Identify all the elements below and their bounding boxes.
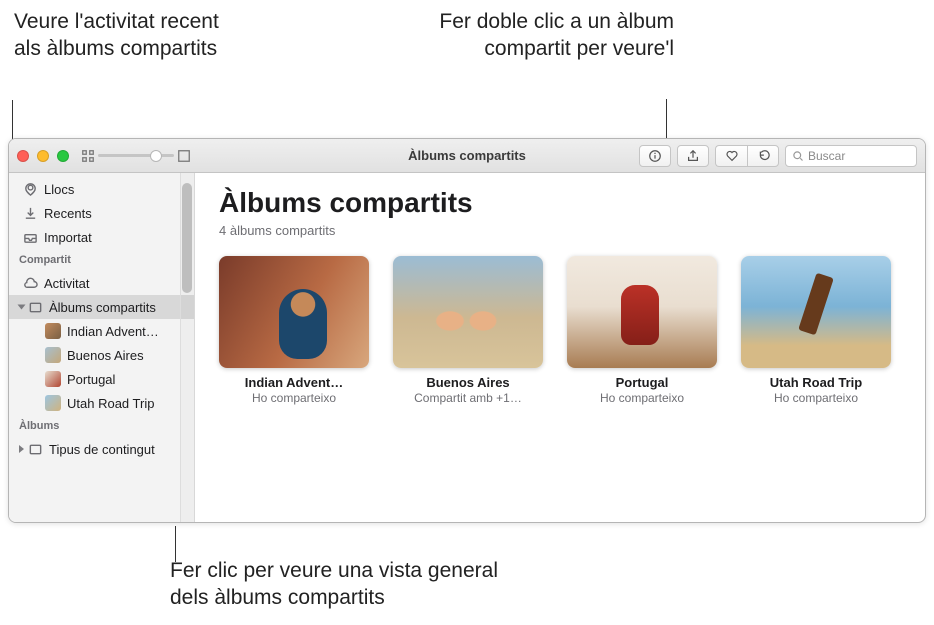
sidebar-item-label: Tipus de contingut [49, 442, 155, 457]
annotation-bottom: Fer clic per veure una vista general del… [170, 557, 530, 612]
sidebar-item-shared-albums[interactable]: Àlbums compartits [9, 295, 194, 319]
sidebar-item-recents[interactable]: Recents [9, 201, 194, 225]
thumbnail-size-slider[interactable] [81, 145, 191, 167]
info-button[interactable] [639, 145, 671, 167]
album-thumb-icon [45, 323, 61, 339]
search-placeholder: Buscar [808, 149, 845, 163]
download-icon [23, 206, 38, 221]
annotation-right: Fer doble clic a un àlbum compartit per … [434, 8, 674, 63]
app-window: Àlbums compartits Buscar Llocs Recents [8, 138, 926, 523]
rotate-button[interactable] [747, 145, 779, 167]
album-name: Utah Road Trip [741, 375, 891, 390]
album-thumb-icon [45, 347, 61, 363]
sidebar-subitem-label: Utah Road Trip [67, 396, 154, 411]
search-input[interactable]: Buscar [785, 145, 917, 167]
window-controls [17, 150, 69, 162]
page-subtitle: 4 àlbums compartits [219, 223, 901, 238]
page-title: Àlbums compartits [219, 187, 901, 219]
album-thumbnail [741, 256, 891, 368]
sidebar-item-label: Importat [44, 230, 92, 245]
share-button[interactable] [677, 145, 709, 167]
fullscreen-button[interactable] [57, 150, 69, 162]
pin-icon [23, 182, 38, 197]
scrollbar-thumb[interactable] [182, 183, 192, 293]
annotation-left: Veure l'activitat recent als àlbums comp… [14, 8, 244, 63]
album-name: Indian Advent… [219, 375, 369, 390]
album-share-status: Compartit amb +1… [393, 391, 543, 405]
sidebar-item-activity[interactable]: Activitat [9, 271, 194, 295]
heart-icon [725, 149, 739, 163]
sidebar-heading-albums: Àlbums [9, 415, 194, 437]
album-share-status: Ho comparteixo [219, 391, 369, 405]
sidebar-scrollbar[interactable] [180, 173, 194, 522]
sidebar-subitem-album[interactable]: Indian Advent… [9, 319, 194, 343]
large-grid-icon [177, 149, 191, 163]
chevron-right-icon [19, 445, 24, 453]
cloud-icon [23, 276, 38, 291]
sidebar-subitem-label: Indian Advent… [67, 324, 159, 339]
slider-track[interactable] [98, 154, 174, 157]
sidebar-subitem-album[interactable]: Portugal [9, 367, 194, 391]
search-icon [792, 150, 804, 162]
minimize-button[interactable] [37, 150, 49, 162]
sidebar-subitem-label: Portugal [67, 372, 115, 387]
sidebar-subitem-label: Buenos Aires [67, 348, 144, 363]
album-thumb-icon [45, 371, 61, 387]
shared-album[interactable]: Buenos Aires Compartit amb +1… [393, 256, 543, 405]
main-content: Àlbums compartits 4 àlbums compartits In… [195, 173, 925, 522]
sidebar-item-label: Àlbums compartits [49, 300, 156, 315]
sidebar-heading-shared: Compartit [9, 249, 194, 271]
info-icon [648, 149, 662, 163]
album-thumbnail [393, 256, 543, 368]
sidebar-item-label: Activitat [44, 276, 90, 291]
shared-album[interactable]: Portugal Ho comparteixo [567, 256, 717, 405]
sidebar-subitem-album[interactable]: Utah Road Trip [9, 391, 194, 415]
small-grid-icon [81, 149, 95, 163]
sidebar: Llocs Recents Importat Compartit Activit… [9, 173, 195, 522]
sidebar-subitem-album[interactable]: Buenos Aires [9, 343, 194, 367]
album-share-status: Ho comparteixo [741, 391, 891, 405]
sidebar-item-content-types[interactable]: Tipus de contingut [9, 437, 194, 461]
album-name: Portugal [567, 375, 717, 390]
album-thumbnail [567, 256, 717, 368]
tray-icon [23, 230, 38, 245]
albums-grid: Indian Advent… Ho comparteixo Buenos Air… [219, 256, 901, 405]
chevron-down-icon [18, 305, 26, 310]
slider-knob[interactable] [150, 150, 162, 162]
sidebar-item-imported[interactable]: Importat [9, 225, 194, 249]
album-thumb-icon [45, 395, 61, 411]
album-thumbnail [219, 256, 369, 368]
titlebar: Àlbums compartits Buscar [9, 139, 925, 173]
callout-line [175, 526, 176, 562]
album-name: Buenos Aires [393, 375, 543, 390]
favorite-button[interactable] [715, 145, 747, 167]
sidebar-item-label: Recents [44, 206, 92, 221]
rotate-icon [756, 149, 770, 163]
sidebar-item-label: Llocs [44, 182, 74, 197]
album-icon [28, 300, 43, 315]
share-icon [686, 149, 700, 163]
album-share-status: Ho comparteixo [567, 391, 717, 405]
close-button[interactable] [17, 150, 29, 162]
shared-album[interactable]: Indian Advent… Ho comparteixo [219, 256, 369, 405]
sidebar-item-places[interactable]: Llocs [9, 177, 194, 201]
album-icon [28, 442, 43, 457]
shared-album[interactable]: Utah Road Trip Ho comparteixo [741, 256, 891, 405]
